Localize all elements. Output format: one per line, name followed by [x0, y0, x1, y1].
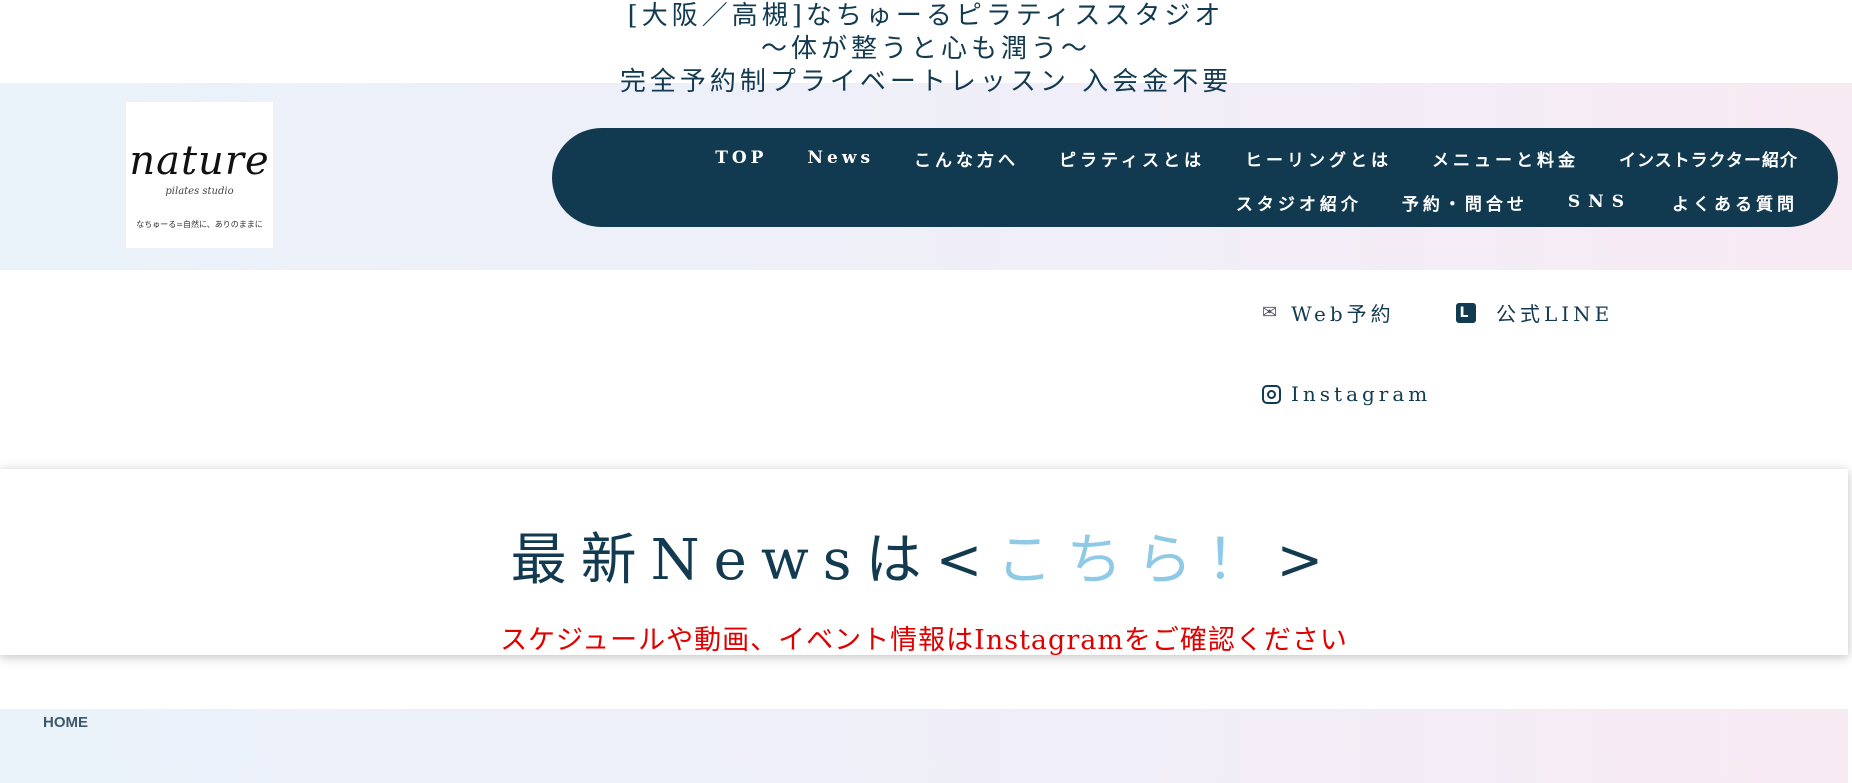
site-tagline: [大阪／高槻]なちゅーるピラティススタジオ 〜体が整うと心も潤う〜 完全予約制プ…: [0, 0, 1852, 99]
news-note: スケジュールや動画、イベント情報はInstagramをご確認ください: [500, 625, 1348, 656]
news-heading[interactable]: 最新Newsは<こちら！>: [0, 515, 1848, 596]
logo-motto: なちゅーる=自然に、ありのままに: [136, 220, 263, 229]
tagline-line: [大阪／高槻]なちゅーるピラティススタジオ: [627, 1, 1225, 31]
web-reserve-link[interactable]: ✉ Web予約: [1262, 298, 1395, 327]
nav-for-you[interactable]: こんな方へ: [914, 146, 1019, 171]
logo-word: nature: [129, 138, 270, 184]
news-heading-suffix: >: [1276, 528, 1338, 593]
nav-faq[interactable]: よくある質問: [1672, 190, 1798, 215]
instagram-link[interactable]: Instagram: [1262, 382, 1431, 406]
nav-pilates[interactable]: ピラティスとは: [1059, 146, 1205, 171]
news-link[interactable]: こちら！: [996, 528, 1276, 593]
line-link[interactable]: L 公式LINE: [1456, 298, 1613, 327]
logo-sub: pilates studio: [165, 186, 234, 197]
nav-top[interactable]: TOP: [715, 148, 767, 168]
instagram-icon: [1262, 384, 1281, 404]
nav-news[interactable]: News: [807, 148, 874, 168]
breadcrumb-home[interactable]: HOME: [43, 714, 88, 731]
line-icon: L: [1456, 302, 1476, 323]
nav-healing[interactable]: ヒーリングとは: [1245, 146, 1392, 171]
nav-studio[interactable]: スタジオ紹介: [1236, 190, 1362, 215]
line-label: 公式LINE: [1496, 302, 1614, 326]
tagline-line: 完全予約制プライベートレッスン 入会金不要: [619, 67, 1233, 97]
nav-instructor[interactable]: インストラクター紹介: [1619, 146, 1798, 171]
instagram-label: Instagram: [1291, 382, 1432, 406]
nav-sns[interactable]: SNS: [1568, 192, 1632, 212]
news-banner: 最新Newsは<こちら！> スケジュールや動画、イベント情報はInstagram…: [0, 469, 1848, 656]
logo[interactable]: nature pilates studio なちゅーる=自然に、ありのままに: [126, 102, 273, 248]
news-heading-prefix: 最新Newsは<: [510, 528, 997, 593]
nav-menu[interactable]: メニューと料金: [1432, 146, 1579, 171]
tagline-line: 〜体が整うと心も潤う〜: [760, 34, 1091, 64]
main-nav: TOP News こんな方へ ピラティスとは ヒーリングとは メニューと料金 イ…: [552, 128, 1838, 227]
breadcrumb: HOME: [0, 709, 1848, 783]
mail-icon: ✉: [1262, 302, 1282, 323]
nav-contact[interactable]: 予約・問合せ: [1402, 190, 1528, 215]
web-reserve-label: Web予約: [1291, 302, 1395, 326]
